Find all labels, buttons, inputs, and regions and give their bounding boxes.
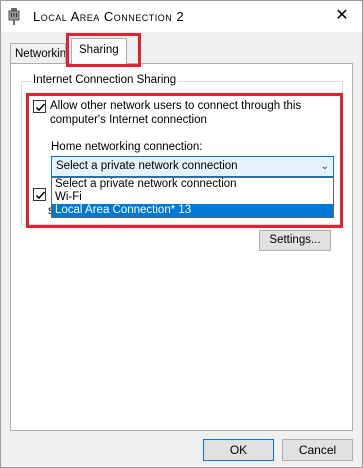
checkmark-icon (35, 191, 46, 200)
home-networking-select[interactable]: Select a private network connection ⌄ (51, 156, 334, 177)
tab-networking[interactable]: Networking (10, 43, 66, 65)
chevron-down-icon: ⌄ (320, 161, 329, 172)
window-title: Local Area Connection 2 (33, 9, 185, 24)
close-icon: ✕ (335, 7, 349, 24)
close-button[interactable]: ✕ (331, 6, 353, 26)
home-networking-label: Home networking connection: (51, 141, 203, 153)
checkmark-icon (35, 103, 46, 112)
dropdown-option-local-area-connection[interactable]: Local Area Connection* 13 (52, 204, 333, 217)
cancel-button[interactable]: Cancel (282, 439, 353, 461)
dropdown-option-wifi[interactable]: Wi-Fi (52, 191, 333, 204)
allow-sharing-label: Allow other network users to connect thr… (50, 100, 302, 126)
second-sharing-checkbox[interactable] (33, 188, 46, 201)
allow-sharing-checkbox[interactable] (33, 100, 46, 113)
dropdown-list: Select a private network connection Wi-F… (51, 177, 334, 218)
settings-button[interactable]: Settings... (259, 230, 331, 251)
tab-sharing[interactable]: Sharing (71, 38, 127, 64)
group-title: Internet Connection Sharing (31, 74, 179, 86)
network-connection-icon (8, 8, 20, 25)
dialog-window: Local Area Connection 2 ✕ Networking Sha… (0, 0, 363, 468)
select-value: Select a private network connection (56, 160, 238, 172)
title-bar: Local Area Connection 2 ✕ (1, 1, 362, 32)
ok-button[interactable]: OK (203, 439, 274, 461)
dropdown-option-select-private[interactable]: Select a private network connection (52, 178, 333, 191)
